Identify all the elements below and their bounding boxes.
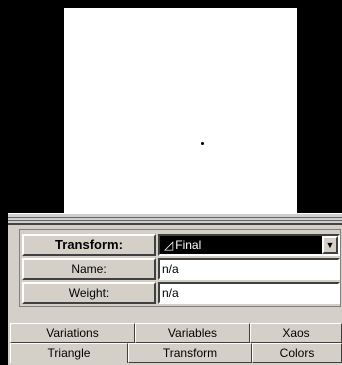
splitter[interactable] [8, 213, 342, 225]
preview-area [0, 0, 342, 218]
transform-grid: Transform: ◿ Final ▼ Name: n/a Weight: n/… [19, 229, 341, 307]
tab-variations[interactable]: Variations [10, 323, 135, 343]
tab-row-1: Variations Variables Xaos [10, 323, 342, 343]
transform-select[interactable]: ◿ Final ▼ [158, 234, 340, 256]
triangle-icon: ◿ [164, 238, 174, 252]
transform-label: Transform: [22, 234, 156, 256]
transform-select-value: Final [175, 238, 202, 252]
transform-panel: Transform: ◿ Final ▼ Name: n/a Weight: n/… [8, 225, 342, 365]
preview-canvas[interactable] [64, 8, 297, 218]
tab-transform[interactable]: Transform [128, 343, 252, 363]
weight-label: Weight: [22, 282, 156, 304]
tab-colors[interactable]: Colors [252, 343, 342, 363]
tab-triangle[interactable]: Triangle [10, 343, 128, 363]
weight-field[interactable]: n/a [158, 282, 340, 304]
weight-row: Weight: n/a [20, 282, 342, 304]
name-row: Name: n/a [20, 258, 342, 280]
chevron-down-icon[interactable]: ▼ [322, 236, 338, 254]
preview-point [201, 142, 204, 145]
tab-variables[interactable]: Variables [135, 323, 250, 343]
tab-row-2: Triangle Transform Colors [10, 343, 342, 363]
name-label: Name: [22, 258, 156, 280]
tab-xaos[interactable]: Xaos [250, 323, 342, 343]
name-field[interactable]: n/a [158, 258, 340, 280]
transform-row: Transform: ◿ Final ▼ [20, 234, 342, 256]
